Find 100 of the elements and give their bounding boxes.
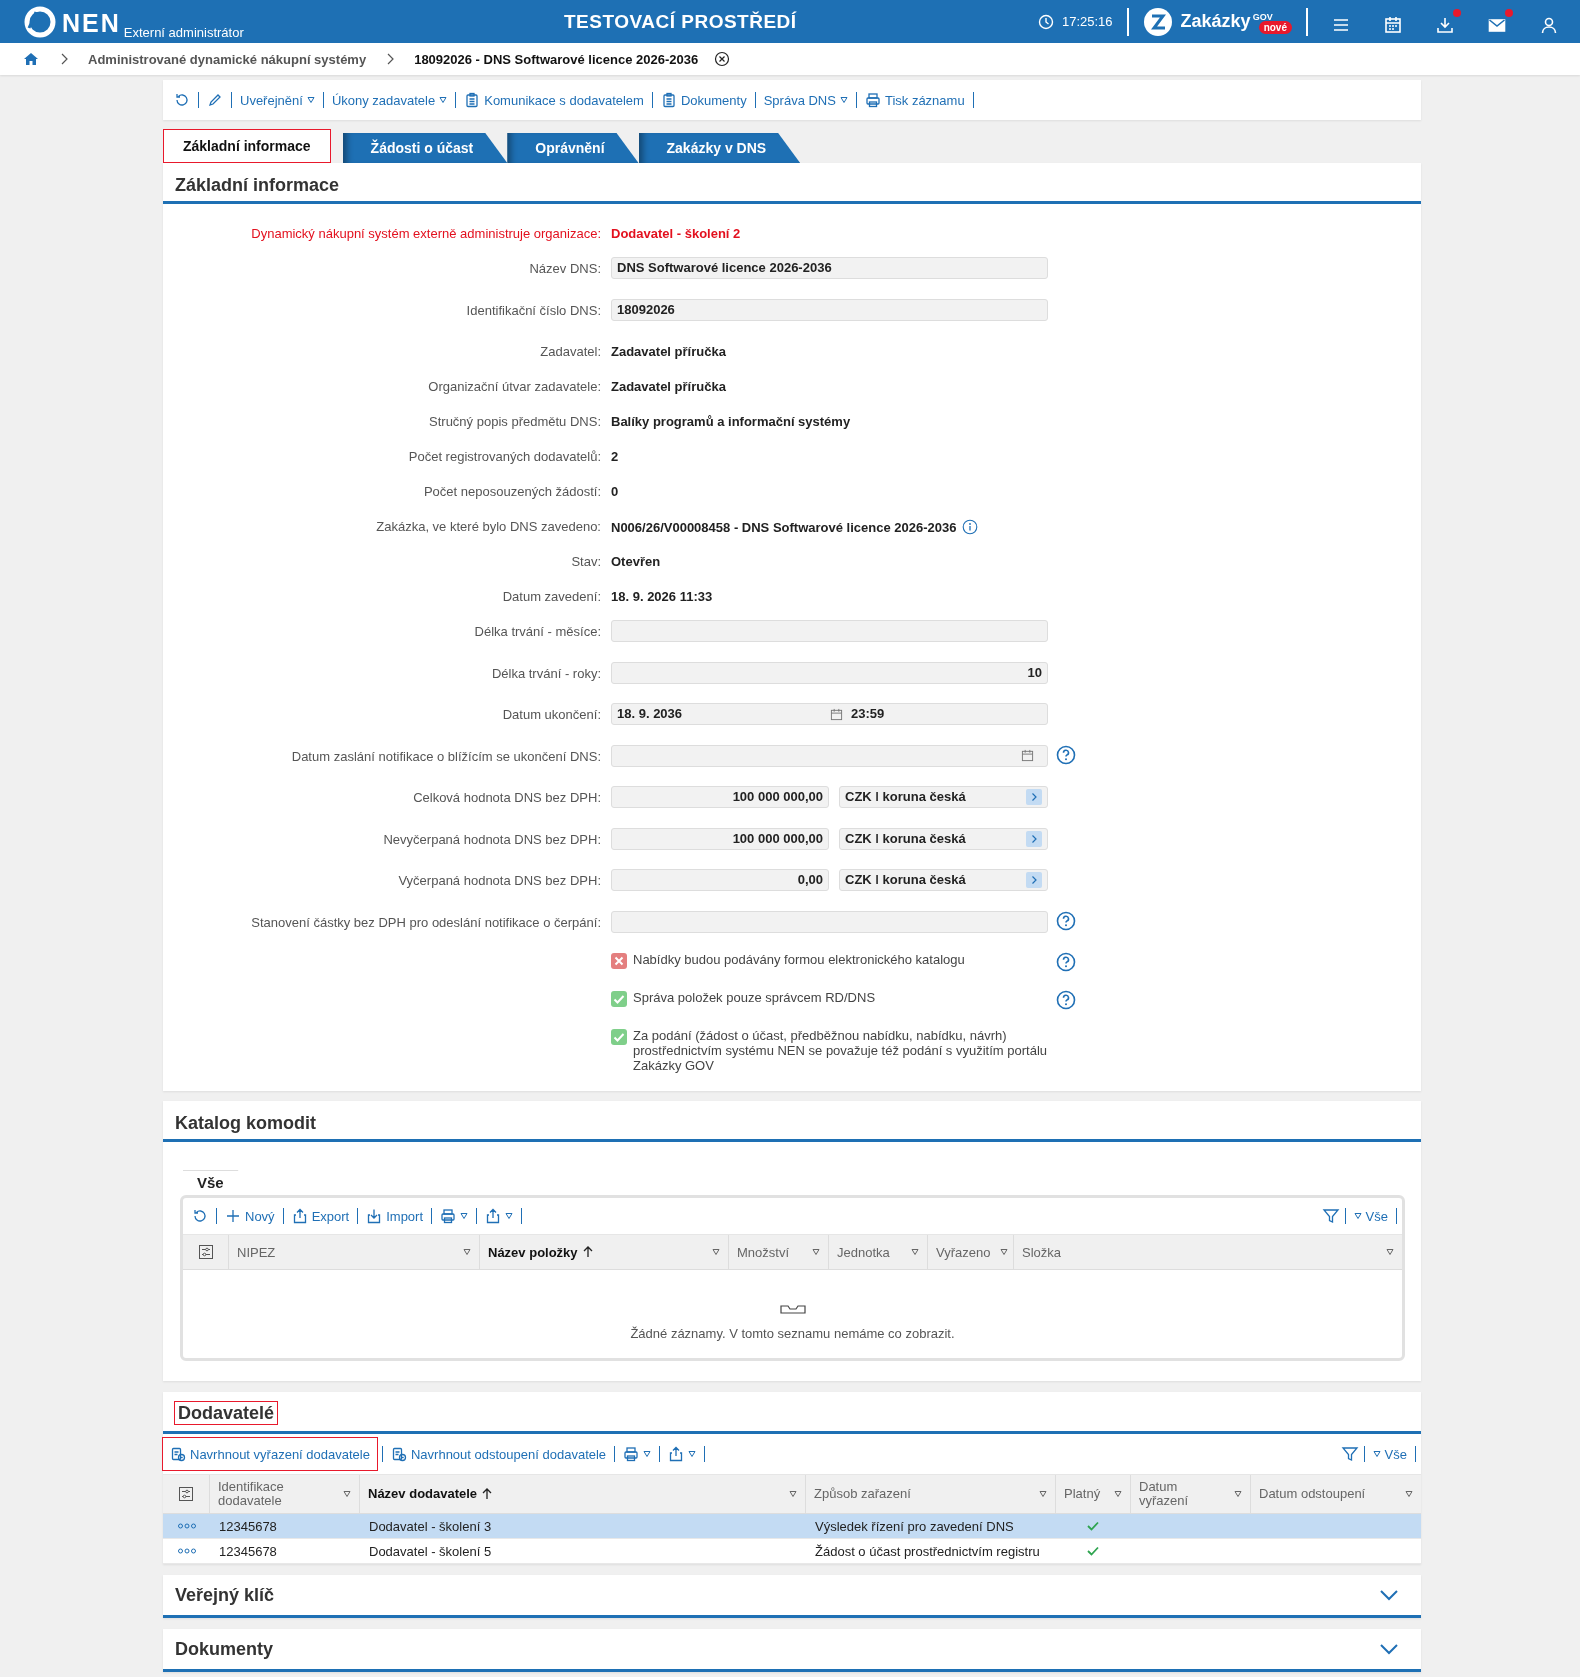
chevron-icon[interactable] [1379, 1589, 1399, 1601]
column-header[interactable]: Datum odstoupení [1250, 1475, 1421, 1513]
column-header[interactable]: Název dodavatele [359, 1475, 805, 1513]
chevron-icon[interactable] [1379, 1643, 1399, 1655]
session-time: 17:25:16 [1061, 14, 1113, 29]
input-field[interactable] [611, 620, 1048, 642]
toolbar-button[interactable]: Import [363, 1206, 427, 1226]
currency-field[interactable]: CZK ǀ koruna česká [839, 869, 1048, 891]
tab[interactable]: Oprávnění [507, 133, 639, 163]
field-label: Stanovení částky bez DPH pro odeslání notifikace o čerpání: [250, 913, 601, 930]
amount-field[interactable]: 100 000 000,00 [611, 827, 829, 850]
field-label: Organizační útvar zadavatele: [427, 378, 601, 394]
table-row[interactable]: 12345678 Dodavatel - školení 3 Výsledek řízení pro zavedení DNS [163, 1514, 1421, 1539]
date-field[interactable]: 18. 9. 2036 23:59 [611, 703, 1048, 725]
table-row[interactable]: 12345678 Dodavatel - školení 5 Žádost o účast prostřednictvím registru [163, 1539, 1421, 1564]
caret-icon [1353, 1212, 1362, 1220]
field-value: Dodavatel - školení 2 [611, 225, 741, 241]
calendar-icon[interactable] [1021, 749, 1034, 762]
tab[interactable]: Žádosti o účast [342, 133, 508, 163]
column-header[interactable]: NIPEZ [228, 1235, 479, 1269]
caret-icon [306, 96, 315, 104]
share-icon [485, 1208, 502, 1224]
help-icon[interactable] [1056, 910, 1076, 931]
field-label: Stav: [570, 553, 601, 569]
plus-icon [225, 1208, 241, 1224]
chevron-icon[interactable] [1026, 872, 1042, 888]
column-header[interactable]: Množství [728, 1235, 828, 1269]
caret-icon [688, 1450, 697, 1458]
caret-icon [712, 1248, 720, 1256]
caret-icon [643, 1450, 652, 1458]
toolbar-button[interactable]: Navrhnout odstoupení dodavatele [387, 1444, 610, 1464]
collapsible-section[interactable]: Veřejný klíč [163, 1575, 1421, 1618]
toolbar-button[interactable]: Úkony zadavatele [328, 90, 451, 110]
column-header[interactable]: Identifikace dodavatele [209, 1475, 359, 1513]
chevron-icon[interactable] [1026, 830, 1042, 847]
section-title: Veřejný klíč [174, 1584, 276, 1607]
export-icon [291, 1208, 308, 1224]
collapsible-section[interactable]: Dokumenty [163, 1629, 1421, 1672]
home-icon[interactable] [22, 50, 40, 68]
filter-icon[interactable] [1340, 1445, 1359, 1463]
column-header[interactable]: Platný [1055, 1475, 1130, 1513]
chevron-icon [386, 53, 395, 65]
field-value: Zadavatel příručka [611, 343, 726, 359]
field-label: Název DNS: [528, 260, 601, 276]
calendar-icon[interactable] [830, 707, 843, 721]
caret-icon [911, 1248, 919, 1256]
currency-field[interactable]: CZK ǀ koruna česká [839, 827, 1048, 850]
toolbar-button[interactable]: Komunikace s dodavatelem [461, 90, 647, 110]
portal-logo-icon[interactable] [1142, 6, 1173, 37]
tab[interactable]: Zakázky v DNS [638, 133, 801, 163]
toolbar-button[interactable]: Nový [222, 1206, 278, 1226]
caret-icon [1234, 1490, 1242, 1498]
input-field[interactable]: DNS Softwarové licence 2026-2036 [611, 257, 1048, 279]
close-icon[interactable] [714, 51, 731, 67]
toolbar-button[interactable]: Tisk záznamu [861, 90, 968, 110]
toolbar-button[interactable]: Navrhnout vyřazení dodavatele [163, 1438, 377, 1470]
info-icon[interactable] [962, 519, 979, 535]
column-header[interactable]: Způsob zařazení [805, 1475, 1055, 1513]
column-header[interactable]: Složka [1013, 1235, 1402, 1269]
input-field[interactable]: 18092026 [611, 298, 1048, 321]
chevron-icon[interactable] [1026, 789, 1042, 805]
tab[interactable]: Základní informace [163, 129, 331, 163]
field-value: Zadavatel příručka [611, 378, 726, 394]
column-header[interactable]: Jednotka [828, 1235, 927, 1269]
currency-field[interactable]: CZK ǀ koruna česká [839, 786, 1048, 808]
column-header[interactable]: Název položky [479, 1235, 728, 1269]
help-icon[interactable] [1056, 744, 1076, 765]
refresh-icon [174, 92, 190, 108]
checkbox-label: Správa položek pouze správcem RD/DNS [633, 990, 876, 1005]
filter-dropdown[interactable]: Vše [1350, 1206, 1391, 1226]
help-icon[interactable] [1056, 952, 1076, 972]
checkbox[interactable] [611, 953, 627, 969]
column-header[interactable]: Datum vyřazení [1130, 1475, 1250, 1513]
more-icon[interactable] [177, 1523, 197, 1529]
filter-dropdown[interactable]: Vše [1369, 1444, 1410, 1464]
breadcrumb-item[interactable]: Administrované dynamické nákupní systémy [88, 51, 367, 67]
checkbox[interactable] [611, 991, 627, 1007]
input-field[interactable]: 10 [611, 661, 1048, 684]
toolbar-button[interactable]: Dokumenty [657, 90, 750, 110]
checkbox[interactable] [611, 1029, 627, 1045]
toolbar-button[interactable]: Export [288, 1206, 353, 1226]
input-field[interactable] [611, 910, 1048, 933]
amount-field[interactable]: 0,00 [611, 869, 829, 891]
filter-icon[interactable] [1321, 1207, 1340, 1225]
date-field[interactable] [611, 744, 1048, 767]
clipboard-icon [464, 92, 481, 108]
logo-icon[interactable] [24, 5, 56, 38]
field-label: Nevyčerpaná hodnota DNS bez DPH: [382, 830, 601, 847]
toolbar-button[interactable]: Správa DNS [760, 90, 851, 110]
document-icon [390, 1446, 407, 1462]
amount-field[interactable]: 100 000 000,00 [611, 786, 829, 808]
help-icon[interactable] [1056, 990, 1076, 1010]
column-header[interactable]: Vyřazeno [927, 1235, 1013, 1269]
breadcrumb-item: 18092026 - DNS Softwarové licence 2026-2036 [414, 51, 699, 67]
caret-icon [1405, 1490, 1413, 1498]
caret-icon [439, 96, 448, 104]
field-label: Vyčerpaná hodnota DNS bez DPH: [397, 872, 601, 888]
calendar-icon[interactable] [1383, 14, 1403, 35]
more-icon[interactable] [177, 1548, 197, 1554]
toolbar-button[interactable]: Uveřejnění [237, 90, 318, 110]
